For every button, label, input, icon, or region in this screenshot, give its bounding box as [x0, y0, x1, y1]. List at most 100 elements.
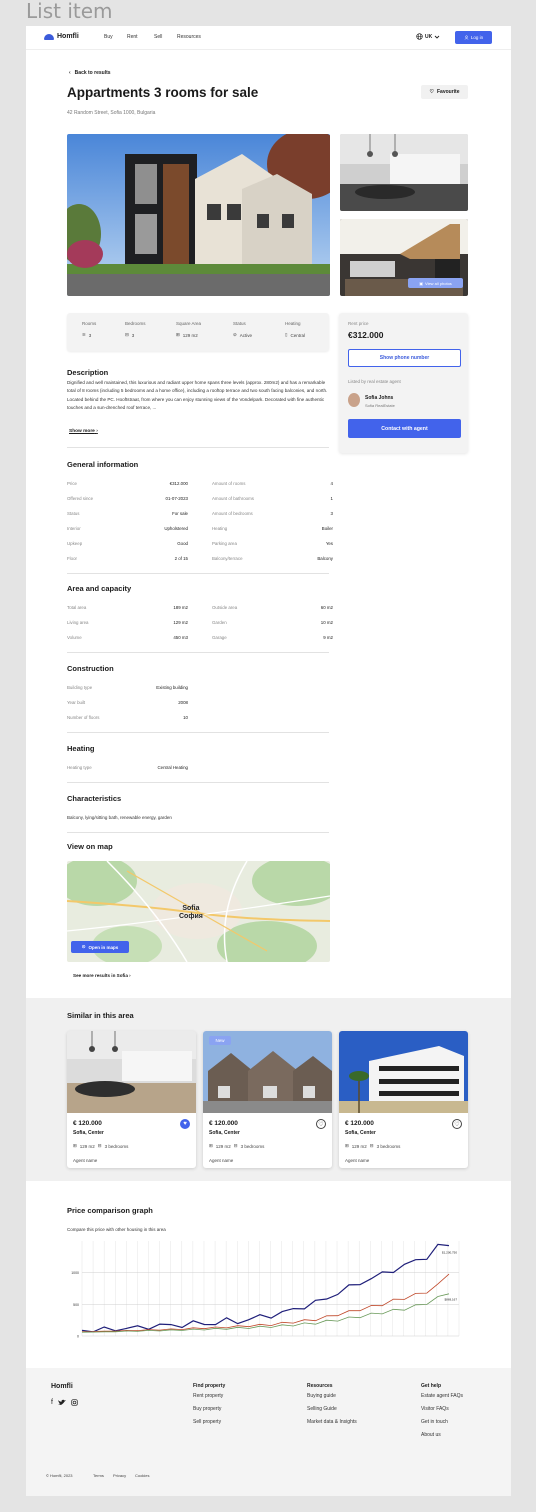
info-value: Boiler: [321, 526, 333, 531]
general-info-heading: General information: [67, 460, 139, 469]
nav-buy[interactable]: Buy: [104, 34, 113, 40]
stat-bedrooms: Bedrooms ⊟ 3: [125, 321, 146, 338]
open-in-maps-button[interactable]: ⊙ Open in maps: [71, 941, 129, 953]
footer-column-heading: Get help: [421, 1383, 442, 1389]
map-view[interactable]: Sofia София ⊙ Open in maps: [67, 861, 330, 962]
thermometer-icon: ▯: [285, 332, 288, 337]
language-selector[interactable]: UK: [416, 33, 440, 40]
heart-filled-icon[interactable]: ♥: [180, 1119, 190, 1129]
contact-agent-button[interactable]: Contact with agent: [348, 419, 461, 438]
map-pin-icon: ⊙: [81, 944, 86, 949]
price-value: €312.000: [348, 330, 384, 340]
info-value: Existing building: [156, 685, 188, 690]
open-in-maps-label: Open in maps: [88, 944, 119, 950]
footer-link[interactable]: Market data & Insights: [307, 1419, 357, 1425]
stat-value: 3: [88, 332, 92, 338]
characteristics-heading: Characteristics: [67, 794, 122, 803]
card-location: Sofia, Center: [345, 1130, 376, 1136]
see-more-label: See more results in Sofia: [73, 973, 128, 978]
card-meta: ⊞ 129 m2 ⊟ 3 bedrooms: [209, 1143, 264, 1149]
footer: Homfli f Find property Rent property Buy p…: [26, 1368, 511, 1496]
footer-logo: Homfli: [51, 1383, 73, 1390]
stat-label: Status: [233, 321, 246, 326]
check-circle-icon: ⊘: [233, 332, 237, 337]
card-price: € 120.000: [345, 1120, 374, 1127]
terms-link[interactable]: Terms: [93, 1473, 104, 1478]
see-more-results-link[interactable]: See more results in Sofia ›: [73, 973, 131, 978]
end-value-label: $1,200,750: [442, 1251, 457, 1255]
heart-icon[interactable]: ♡: [452, 1119, 462, 1129]
show-more-link[interactable]: Show more ›: [69, 429, 98, 434]
bed-icon: ⊟: [233, 1143, 238, 1148]
agent-name[interactable]: Sofia Johns: [365, 395, 393, 401]
chevron-right-icon: ›: [129, 973, 131, 978]
footer-link[interactable]: Buy property: [193, 1406, 221, 1412]
card-price: € 120.000: [73, 1120, 102, 1127]
show-phone-button[interactable]: Show phone number: [348, 349, 461, 367]
footer-link[interactable]: Buying guide: [307, 1393, 336, 1399]
footer-link[interactable]: Sell property: [193, 1419, 221, 1425]
info-label: Price: [67, 481, 78, 486]
listing-page: Homfli Buy Rent Sell Resources UK Log in…: [26, 26, 511, 1496]
price-graph-subtitle: Compare this price with other housing in…: [67, 1227, 166, 1232]
card-bedrooms: 3 bedrooms: [376, 1143, 401, 1149]
facebook-icon[interactable]: f: [51, 1399, 53, 1406]
footer-link[interactable]: Visitor FAQs: [421, 1406, 449, 1412]
nav-sell[interactable]: Sell: [154, 34, 162, 40]
info-label: Heating: [212, 526, 228, 531]
back-to-results-link[interactable]: ‹ Back to results: [69, 70, 111, 76]
main-photo[interactable]: [67, 134, 330, 296]
card-price: € 120.000: [209, 1120, 238, 1127]
similar-card[interactable]: € 120.000 Sofia, Center ♥ ⊞ 129 m2 ⊟ 3 bedr…: [67, 1031, 196, 1168]
card-area: 129 m2: [79, 1143, 95, 1149]
card-area: 129 m2: [351, 1143, 367, 1149]
chevron-left-icon: ‹: [69, 70, 71, 76]
twitter-icon[interactable]: [57, 1399, 66, 1406]
info-value: Upholstered: [164, 526, 188, 531]
top-navbar: Homfli Buy Rent Sell Resources UK Log in: [26, 26, 511, 50]
card-location: Sofia, Center: [209, 1130, 240, 1136]
favourite-button[interactable]: ♡ Favourite: [421, 85, 468, 99]
card-area: 129 m2: [215, 1143, 231, 1149]
logo[interactable]: Homfli: [44, 33, 79, 40]
card-bedrooms: 3 bedrooms: [240, 1143, 265, 1149]
info-label: Year built: [67, 700, 86, 705]
heart-icon[interactable]: ♡: [316, 1119, 326, 1129]
nav-resources[interactable]: Resources: [177, 34, 201, 40]
stat-value: 3: [131, 332, 135, 338]
info-value: Yes: [325, 541, 333, 546]
divider: [67, 573, 329, 574]
card-agent: Agent name: [73, 1158, 98, 1163]
login-label: Log in: [470, 35, 484, 40]
login-button[interactable]: Log in: [455, 31, 492, 44]
grid-icon: ⊞: [209, 1143, 213, 1148]
nav-rent[interactable]: Rent: [127, 34, 138, 40]
bed-icon: ⊟: [125, 332, 129, 337]
privacy-link[interactable]: Privacy: [113, 1473, 126, 1478]
bed-icon: ⊟: [97, 1143, 102, 1148]
footer-column-heading: Find property: [193, 1383, 226, 1389]
stat-label: Square Area: [176, 321, 202, 326]
cookies-link[interactable]: Cookies: [135, 1473, 149, 1478]
footer-link[interactable]: Get in touch: [421, 1419, 448, 1425]
similar-card[interactable]: € 120.000 Sofia, Center ♡ ⊞ 129 m2 ⊟ 3 bedr…: [339, 1031, 468, 1168]
info-label: Upkeep: [67, 541, 83, 546]
info-label: Living area: [67, 620, 89, 625]
footer-link[interactable]: Estate agent FAQs: [421, 1393, 463, 1399]
instagram-icon[interactable]: [71, 1399, 78, 1406]
stat-value: Central: [290, 332, 305, 338]
info-label: Garage: [212, 635, 227, 640]
view-all-photos-button[interactable]: ▣ View all photos: [408, 278, 463, 288]
footer-link[interactable]: Selling Guide: [307, 1406, 337, 1412]
agent-avatar[interactable]: [348, 393, 360, 407]
info-value: 9 m2: [323, 635, 333, 640]
similar-heading: Similar in this area: [67, 1011, 134, 1020]
similar-card[interactable]: New € 120.000 Sofia, Center ♡ ⊞ 129 m2 ⊟ 3 …: [203, 1031, 332, 1168]
footer-column-heading: Resources: [307, 1383, 333, 1389]
images-icon: ▣: [419, 280, 423, 286]
copyright: © Homfli, 2023: [46, 1473, 73, 1478]
footer-link[interactable]: Rent property: [193, 1393, 223, 1399]
map-city-label: Sofia София: [179, 905, 203, 921]
kitchen-photo[interactable]: [340, 134, 468, 211]
footer-link[interactable]: About us: [421, 1432, 441, 1438]
